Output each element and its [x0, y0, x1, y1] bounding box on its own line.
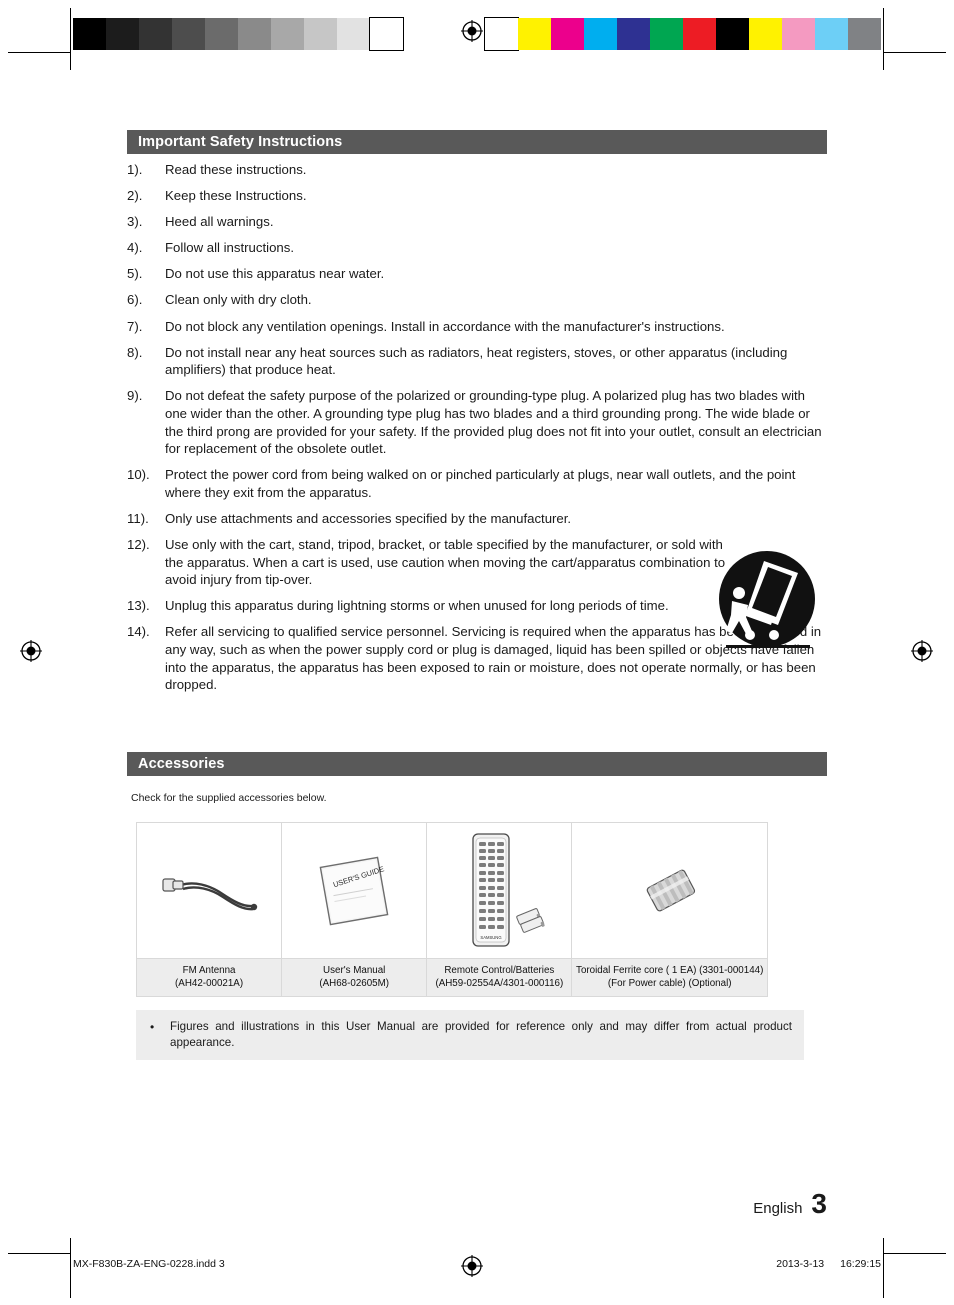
- users-manual-image: USER'S GUIDE: [282, 823, 427, 958]
- print-time: 16:29:15: [840, 1258, 881, 1270]
- accessory-cell-remote-control: SAMSUNG Remote Control/Batteries (AH59-0…: [427, 823, 573, 996]
- accessory-cell-users-manual: USER'S GUIDE User's Manual (AH68-02605M): [282, 823, 428, 996]
- safety-instruction-item: 5). Do not use this apparatus near water.: [127, 265, 827, 283]
- accessory-name: FM Antenna: [182, 965, 236, 976]
- section-heading-accessories: Accessories: [127, 752, 827, 776]
- safety-instruction-item: 12). Use only with the cart, stand, tripo…: [127, 536, 730, 589]
- safety-item-number: 7).: [127, 318, 143, 334]
- safety-item-text: Only use attachments and accessories spe…: [165, 510, 572, 526]
- note-text: Figures and illustrations in this User M…: [170, 1020, 792, 1049]
- accessories-table: FM Antenna (AH42-00021A) USER'S GUIDE Us…: [136, 822, 768, 997]
- safety-instruction-item: 11). Only use attachments and accessories…: [127, 510, 827, 528]
- cart-tipover-warning-icon: [712, 549, 824, 653]
- note-bullet: •: [150, 1020, 155, 1034]
- accessory-code: (AH59-02554A/4301-000116): [435, 977, 564, 989]
- safety-item-number: 9).: [127, 388, 143, 404]
- accessory-label-users-manual: User's Manual (AH68-02605M): [282, 958, 427, 996]
- safety-item-text: Do not use this apparatus near water.: [165, 266, 385, 282]
- print-date: 2013-3-13: [776, 1258, 825, 1270]
- print-filename: MX-F830B-ZA-ENG-0228.indd 3: [73, 1258, 225, 1270]
- accessory-label-remote-control: Remote Control/Batteries (AH59-02554A/43…: [427, 958, 572, 996]
- safety-item-text: Do not install near any heat sources suc…: [165, 344, 788, 378]
- safety-instruction-item: 7). Do not block any ventilation openings…: [127, 318, 827, 336]
- safety-item-number: 6).: [127, 292, 143, 308]
- accessory-code: (AH42-00021A): [175, 977, 244, 989]
- safety-item-number: 4).: [127, 240, 143, 256]
- print-timestamp: 2013-3-13 16:29:15: [776, 1258, 881, 1270]
- section-heading-safety: Important Safety Instructions: [127, 130, 827, 154]
- safety-item-text: Unplug this apparatus during lightning s…: [165, 598, 669, 614]
- accessory-name: Toroidal Ferrite core ( 1 EA) (3301-0001…: [576, 965, 764, 976]
- accessory-code: (For Power cable) (Optional): [607, 977, 732, 989]
- safety-item-text: Heed all warnings.: [165, 214, 274, 230]
- safety-instruction-item: 8). Do not install near any heat sources …: [127, 344, 827, 379]
- safety-item-number: 1).: [127, 162, 143, 177]
- ferrite-core-image: [572, 823, 768, 958]
- footer-page-number: 3: [811, 1188, 827, 1219]
- safety-item-number: 8).: [127, 344, 143, 360]
- safety-item-text: Do not defeat the safety purpose of the …: [165, 388, 822, 457]
- accessory-cell-fm-antenna: FM Antenna (AH42-00021A): [137, 823, 283, 996]
- safety-item-number: 10).: [127, 467, 150, 483]
- accessory-name: User's Manual: [323, 965, 386, 976]
- safety-item-number: 2).: [127, 188, 143, 204]
- fm-antenna-image: [137, 823, 282, 958]
- safety-instruction-item: 1). Read these instructions.: [127, 161, 827, 179]
- accessory-code: (AH68-02605M): [319, 977, 390, 989]
- safety-item-number: 5).: [127, 266, 143, 282]
- safety-instruction-item: 4). Follow all instructions.: [127, 239, 827, 257]
- accessories-note-box: • Figures and illustrations in this User…: [136, 1010, 804, 1060]
- safety-item-number: 13).: [127, 598, 150, 614]
- accessory-label-fm-antenna: FM Antenna (AH42-00021A): [137, 958, 282, 996]
- safety-instruction-item: 2). Keep these Instructions.: [127, 187, 827, 205]
- remote-brand-text: SAMSUNG: [481, 935, 502, 940]
- safety-item-text: Protect the power cord from being walked…: [165, 467, 796, 500]
- safety-instruction-item: 9). Do not defeat the safety purpose of t…: [127, 387, 827, 457]
- safety-item-text: Do not block any ventilation openings. I…: [165, 318, 725, 334]
- safety-item-text: Follow all instructions.: [165, 240, 294, 256]
- safety-item-text: Clean only with dry cloth.: [165, 292, 312, 308]
- manual-page: Important Safety Instructions 1). Read th…: [0, 0, 954, 1305]
- safety-instruction-item: 10). Protect the power cord from being wa…: [127, 466, 827, 501]
- safety-item-number: 12).: [127, 537, 150, 552]
- accessories-check-note: Check for the supplied accessories below…: [131, 792, 327, 804]
- page-footer: English 3: [753, 1188, 827, 1220]
- accessory-name: Remote Control/Batteries: [444, 965, 555, 976]
- accessory-label-ferrite-core: Toroidal Ferrite core ( 1 EA) (3301-0001…: [572, 958, 768, 996]
- safety-item-number: 14).: [127, 624, 150, 640]
- footer-language: English: [753, 1200, 803, 1217]
- safety-item-text: Keep these Instructions.: [165, 188, 307, 204]
- safety-instruction-item: 3). Heed all warnings.: [127, 213, 827, 231]
- safety-item-text: Read these instructions.: [165, 162, 307, 177]
- accessory-cell-ferrite-core: Toroidal Ferrite core ( 1 EA) (3301-0001…: [572, 823, 768, 996]
- safety-instruction-item: 6). Clean only with dry cloth.: [127, 291, 827, 309]
- safety-item-number: 3).: [127, 214, 143, 230]
- remote-control-image: SAMSUNG: [427, 823, 572, 958]
- safety-instruction-item: 13). Unplug this apparatus during lightni…: [127, 597, 730, 615]
- safety-item-number: 11).: [127, 510, 149, 526]
- safety-item-text: Use only with the cart, stand, tripod, b…: [165, 537, 726, 588]
